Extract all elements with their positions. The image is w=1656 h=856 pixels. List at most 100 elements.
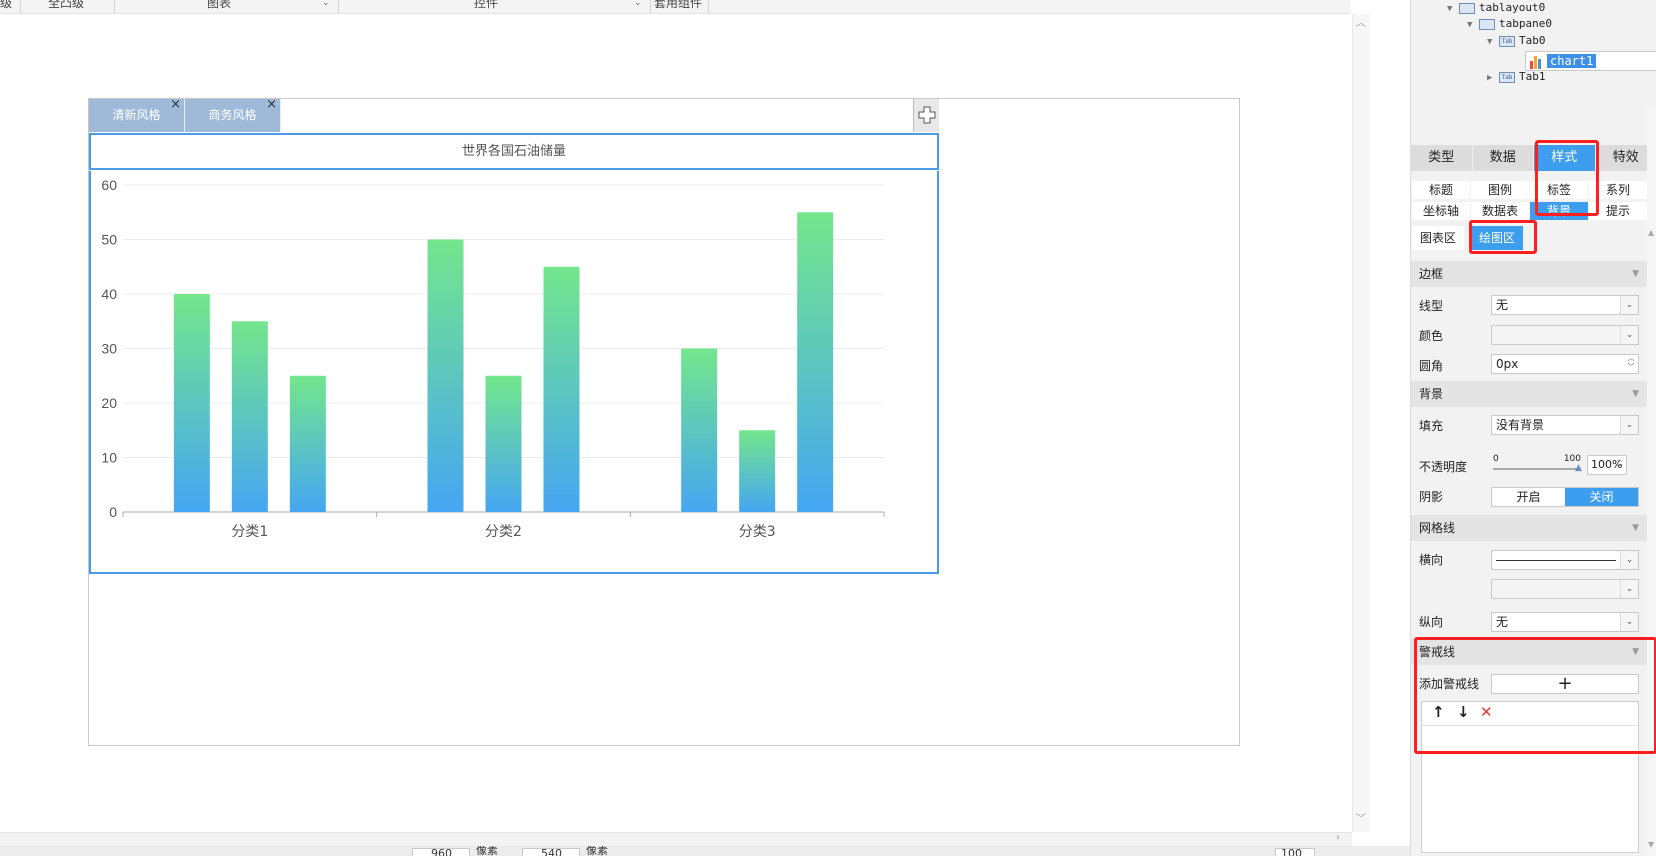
chevron-right-icon[interactable]: ▶ xyxy=(1487,70,1499,86)
chevron-down-icon[interactable]: ⌄ xyxy=(1620,551,1638,569)
close-icon[interactable]: × xyxy=(266,88,277,121)
toolbar-apply-component[interactable]: 套用组件 xyxy=(654,0,702,11)
chart-plot-area[interactable]: 0 10 20 30 40 50 60 分类1 分类2 分类3 xyxy=(89,171,939,574)
section-border[interactable]: 边框 ▼ xyxy=(1411,261,1647,287)
bar xyxy=(427,239,464,512)
chevron-down-icon[interactable]: ⌄ xyxy=(1620,296,1638,314)
canvas-horizontal-scrollbar[interactable]: › xyxy=(0,832,1352,846)
panel-scrollbar[interactable]: ▲ ▼ xyxy=(1647,108,1656,856)
tree-node-chart1[interactable]: chart1 xyxy=(1525,51,1656,71)
chevron-down-icon[interactable]: ⌄ xyxy=(1620,326,1638,344)
tree-node-tab1[interactable]: ▶ Tab Tab1 xyxy=(1487,69,1546,85)
shadow-on-button[interactable]: 开启 xyxy=(1492,488,1565,506)
bar xyxy=(739,430,776,512)
line-type-value: 无 xyxy=(1496,298,1509,312)
subtab-label[interactable]: 标签 xyxy=(1530,181,1588,199)
chevron-down-icon[interactable]: ▼ xyxy=(1487,34,1499,50)
scroll-right-icon[interactable]: › xyxy=(1336,832,1340,843)
chevron-down-icon[interactable]: ⌄ xyxy=(322,0,330,8)
arrow-down-icon[interactable]: ↓ xyxy=(1457,703,1470,721)
horizontal-grid-color-select[interactable]: ⌄ xyxy=(1491,579,1639,599)
tab-layout-widget[interactable]: 清新风格 × 商务风格 × 世界各国石油储量 0 10 20 30 40 50 60 分类1 分… xyxy=(88,97,1240,746)
chevron-down-icon[interactable]: ▼ xyxy=(1632,639,1639,665)
y-tick-label: 10 xyxy=(101,450,117,466)
tree-node-tablayout[interactable]: ▼ tablayout0 xyxy=(1447,0,1545,16)
opacity-input[interactable]: 100% ︿ ﹀ xyxy=(1587,455,1627,475)
vertical-grid-select[interactable]: 无 ⌄ xyxy=(1491,612,1639,632)
horizontal-grid-style-select[interactable]: ⌄ xyxy=(1491,550,1639,570)
tab-business-style[interactable]: 商务风格 × xyxy=(185,97,281,132)
subtab-datatable[interactable]: 数据表 xyxy=(1471,202,1529,220)
toolbar-chart-dropdown[interactable]: 图表 xyxy=(207,0,231,11)
plus-square-icon[interactable] xyxy=(913,99,939,132)
chart-icon xyxy=(1530,55,1544,69)
chevron-down-icon[interactable]: ▼ xyxy=(1632,515,1639,541)
slider-thumb[interactable]: ▲ xyxy=(1575,463,1582,473)
design-canvas[interactable]: 清新风格 × 商务风格 × 世界各国石油储量 0 10 20 30 40 50 60 分类1 分… xyxy=(0,14,1352,832)
chevron-down-icon[interactable]: ▼ xyxy=(1632,381,1639,407)
delete-icon[interactable]: ✕ xyxy=(1480,703,1493,721)
chart-title[interactable]: 世界各国石油储量 xyxy=(89,133,939,170)
app-window: 级 全凸级 图表 ⌄ 控件 ⌄ 套用组件 清新风格 × 商务风格 × 世界各国石… xyxy=(0,0,1656,856)
tab-data[interactable]: 数据 xyxy=(1472,145,1534,171)
subtab-legend[interactable]: 图例 xyxy=(1471,181,1529,199)
scroll-down-icon[interactable]: ﹀ xyxy=(1356,810,1366,825)
section-background[interactable]: 背景 ▼ xyxy=(1411,381,1647,407)
row-add-warning-line: 添加警戒线 + xyxy=(1411,670,1647,698)
opacity-label: 不透明度 xyxy=(1419,460,1468,474)
arrow-up-icon[interactable]: ↑ xyxy=(1432,703,1445,721)
chevron-down-icon[interactable]: ▼ xyxy=(1447,1,1459,17)
y-tick-label: 60 xyxy=(101,177,117,193)
toolbar-item-1[interactable]: 级 xyxy=(0,0,12,11)
opacity-slider[interactable]: 0 100 ▲ xyxy=(1491,454,1585,478)
scroll-up-icon[interactable]: ▲ xyxy=(1648,228,1654,237)
tree-node-label: tablayout0 xyxy=(1479,1,1546,14)
corner-radius-input[interactable]: 0px ︿ ﹀ xyxy=(1491,354,1639,374)
tree-node-tabpane[interactable]: ▼ tabpane0 xyxy=(1467,16,1552,32)
canvas-vertical-scrollbar[interactable]: ︿ ﹀ xyxy=(1352,14,1370,832)
toolbar-item-2[interactable]: 全凸级 xyxy=(48,0,84,11)
canvas-height-input[interactable]: 540 xyxy=(522,848,580,856)
close-icon[interactable]: × xyxy=(170,88,181,121)
border-color-select[interactable]: ⌄ xyxy=(1491,325,1639,345)
subtab-title[interactable]: 标题 xyxy=(1412,181,1470,199)
chevron-down-icon[interactable]: ▼ xyxy=(1467,17,1479,33)
tab-style[interactable]: 样式 xyxy=(1534,145,1596,171)
slider-track[interactable] xyxy=(1493,468,1581,470)
subtab-background[interactable]: 背景 xyxy=(1530,202,1588,220)
subtab-axis[interactable]: 坐标轴 xyxy=(1412,202,1470,220)
y-tick-label: 30 xyxy=(101,341,117,357)
scroll-down-icon[interactable]: ▼ xyxy=(1648,840,1654,849)
warning-line-list: ↑ ↓ ✕ xyxy=(1421,701,1639,853)
section-title: 网格线 xyxy=(1419,521,1456,535)
bar xyxy=(543,266,580,512)
scroll-up-icon[interactable]: ︿ xyxy=(1356,14,1366,29)
section-gridlines[interactable]: 网格线 ▼ xyxy=(1411,515,1647,541)
subtab-series[interactable]: 系列 xyxy=(1589,181,1647,199)
chevron-down-icon[interactable]: ⌄ xyxy=(634,0,642,8)
subtab-tooltip[interactable]: 提示 xyxy=(1589,202,1647,220)
zoom-input[interactable]: 100 xyxy=(1275,848,1315,856)
tab-chart-area[interactable]: 图表区 xyxy=(1412,226,1464,250)
spinner-icon[interactable]: ︿ ﹀ xyxy=(1624,354,1638,374)
chevron-down-icon[interactable]: ⌄ xyxy=(1620,580,1638,598)
line-type-select[interactable]: 无 ⌄ xyxy=(1491,295,1639,315)
chevron-down-icon[interactable]: ⌄ xyxy=(1620,613,1638,631)
y-tick-label: 40 xyxy=(101,286,117,302)
section-warning-line[interactable]: 警戒线 ▼ xyxy=(1411,639,1647,665)
fill-select[interactable]: 没有背景 ⌄ xyxy=(1491,415,1639,435)
tree-node-tab0[interactable]: ▼ Tab Tab0 xyxy=(1487,33,1546,49)
bar xyxy=(173,294,210,512)
tab-plot-area[interactable]: 绘图区 xyxy=(1471,226,1523,250)
toolbar-control-dropdown[interactable]: 控件 xyxy=(474,0,498,11)
add-warning-line-button[interactable]: + xyxy=(1491,674,1639,694)
solid-line-preview xyxy=(1496,560,1616,561)
tab-fresh-style[interactable]: 清新风格 × xyxy=(89,97,185,132)
height-unit: 像素 xyxy=(586,846,608,856)
spinner-icon[interactable]: ︿ ﹀ xyxy=(1612,455,1626,475)
canvas-width-input[interactable]: 960 xyxy=(412,848,470,856)
tab-type[interactable]: 类型 xyxy=(1411,145,1473,171)
shadow-off-button[interactable]: 关闭 xyxy=(1565,488,1638,506)
chevron-down-icon[interactable]: ⌄ xyxy=(1620,416,1638,434)
chevron-down-icon[interactable]: ▼ xyxy=(1632,261,1639,287)
